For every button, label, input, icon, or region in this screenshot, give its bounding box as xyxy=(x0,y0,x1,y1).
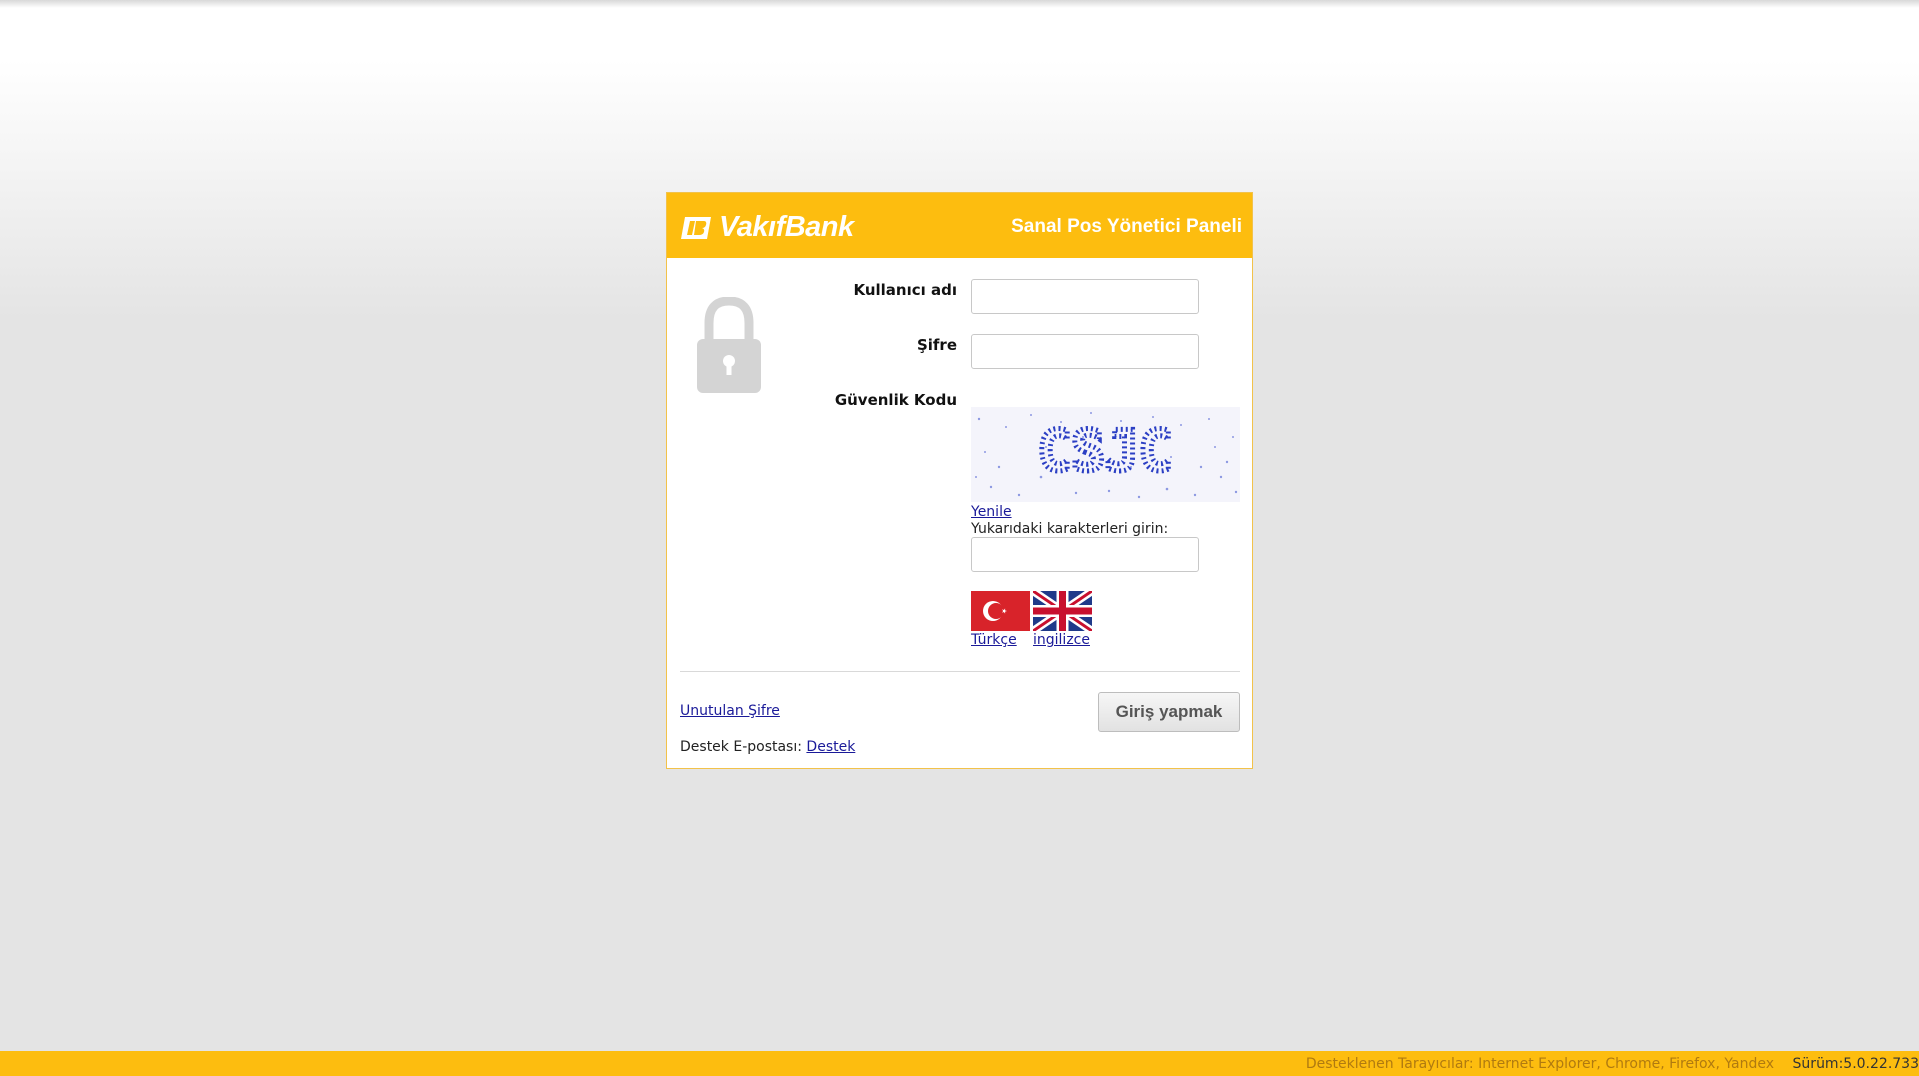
uk-flag-icon[interactable] xyxy=(1033,591,1092,631)
username-label: Kullanıcı adı xyxy=(853,281,957,299)
captcha-input[interactable] xyxy=(971,537,1199,572)
brand-logo: VakıfBank xyxy=(681,213,854,242)
captcha-refresh-link[interactable]: Yenile xyxy=(971,504,1012,520)
password-input[interactable] xyxy=(971,334,1199,369)
login-button[interactable]: Giriş yapmak xyxy=(1098,692,1240,732)
footer-bar: Desteklenen Tarayıcılar: Internet Explor… xyxy=(0,1051,1919,1076)
vakifbank-logo-mark-icon xyxy=(681,216,711,239)
captcha-text: CSJC xyxy=(1038,419,1173,484)
forgot-password-link[interactable]: Unutulan Şifre xyxy=(680,703,780,719)
panel-header: VakıfBank Sanal Pos Yönetici Paneli xyxy=(667,193,1252,258)
support-link[interactable]: Destek xyxy=(806,739,855,755)
language-turkish-link[interactable]: Türkçe xyxy=(971,632,1017,648)
supported-browsers-text: Desteklenen Tarayıcılar: Internet Explor… xyxy=(1305,1056,1774,1072)
username-input[interactable] xyxy=(971,279,1199,314)
brand-name: VakıfBank xyxy=(719,211,854,243)
support-row: Destek E-postası: Destek xyxy=(680,739,855,755)
support-email-label: Destek E-postası: xyxy=(680,739,802,755)
login-panel: VakıfBank Sanal Pos Yönetici Paneli Kull… xyxy=(666,192,1253,769)
version-text: Sürüm:5.0.22.733 xyxy=(1792,1056,1919,1072)
password-label: Şifre xyxy=(916,336,957,354)
language-english-link[interactable]: ingilizce xyxy=(1033,632,1090,648)
captcha-instruction: Yukarıdaki karakterleri girin: xyxy=(971,521,1169,537)
turkey-flag-icon[interactable] xyxy=(971,591,1030,631)
security-code-label: Güvenlik Kodu xyxy=(834,391,957,409)
panel-title: Sanal Pos Yönetici Paneli xyxy=(1011,216,1242,237)
divider xyxy=(680,671,1240,672)
captcha-image: CSJC xyxy=(971,407,1240,502)
